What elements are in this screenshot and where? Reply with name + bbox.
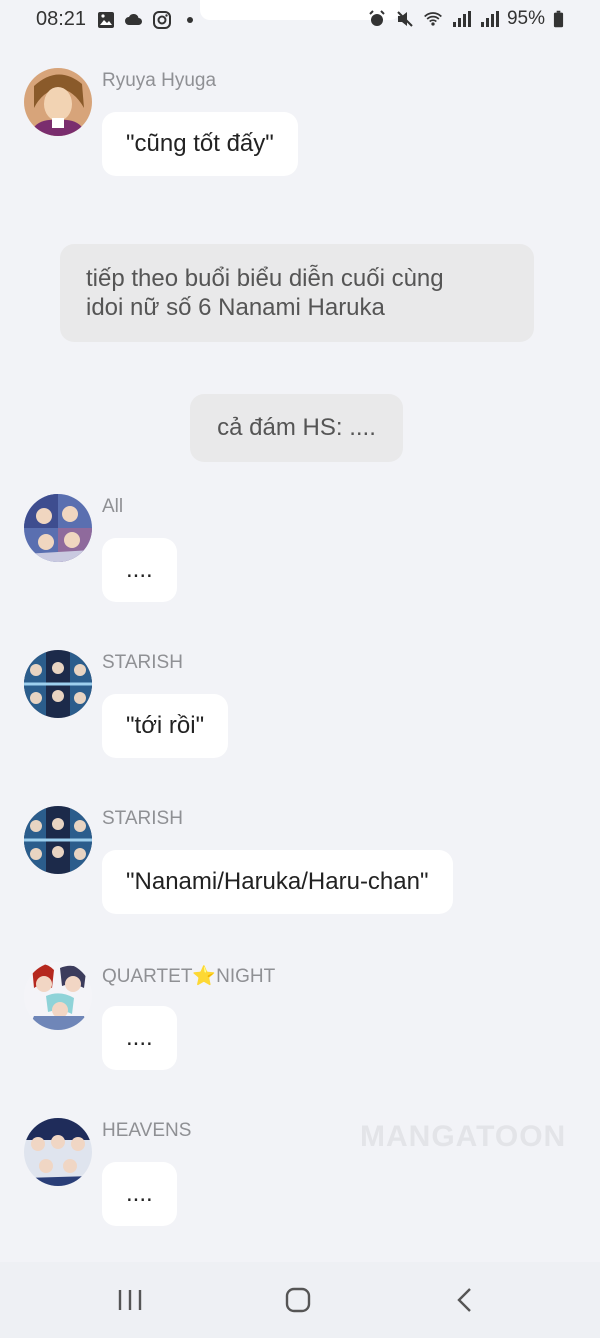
chat-bubble: "Nanami/Haruka/Haru-chan" [102, 850, 453, 914]
narration-line: tiếp theo buổi biểu diễn cuối cùng [86, 265, 444, 292]
navigation-bar [0, 1262, 600, 1338]
narration-line: idoi nữ số 6 Nanami Haruka [86, 294, 385, 321]
avatar[interactable] [24, 1118, 92, 1186]
gallery-icon [98, 12, 114, 28]
sender-name: HEAVENS [102, 1120, 192, 1141]
dot-icon [187, 17, 193, 23]
sender-name: STARISH [102, 652, 183, 673]
avatar[interactable] [24, 68, 92, 136]
status-time: 08:21 [36, 8, 87, 30]
cloud-icon [125, 13, 142, 25]
avatar[interactable] [24, 650, 92, 718]
narration-bubble: cả đám HS: .... [190, 394, 403, 462]
chat-bubble: "cũng tốt đấy" [102, 112, 298, 176]
status-bar: 08:21 95% [0, 0, 600, 40]
instagram-icon [153, 11, 171, 29]
avatar[interactable] [24, 494, 92, 562]
home-icon[interactable] [284, 1286, 312, 1314]
sender-name: QUARTET⭐NIGHT [102, 966, 276, 987]
battery-icon [553, 10, 564, 28]
avatar[interactable] [24, 962, 92, 1030]
recent-apps-icon[interactable] [116, 1286, 144, 1314]
mute-icon [397, 11, 413, 27]
signal-icon-2 [480, 11, 499, 27]
sender-name: All [102, 496, 124, 517]
chat-bubble: .... [102, 1162, 177, 1226]
battery-level: 95% [506, 8, 545, 29]
back-icon[interactable] [452, 1286, 480, 1314]
sender-name: STARISH [102, 808, 183, 829]
mangatoon-watermark: MANGATOON [360, 1120, 567, 1153]
sender-name: Ryuya Hyuga [102, 70, 217, 91]
avatar[interactable] [24, 806, 92, 874]
wifi-icon [424, 12, 442, 26]
signal-icon [452, 11, 471, 27]
chat-bubble: .... [102, 538, 177, 602]
alarm-icon [369, 10, 385, 26]
chat-bubble: "tới rồi" [102, 694, 229, 758]
narration-bubble: tiếp theo buổi biểu diễn cuối cùng idoi … [60, 244, 534, 342]
chat-bubble: .... [102, 1006, 177, 1070]
